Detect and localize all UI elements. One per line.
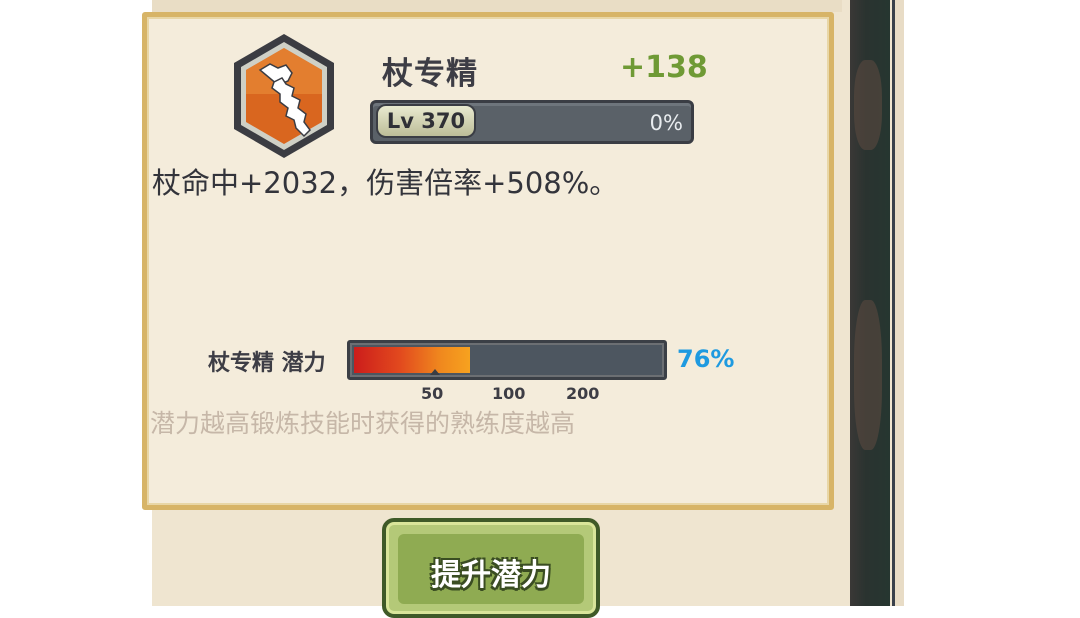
upgrade-potential-label: 提升潜力: [431, 558, 551, 593]
side-scroll-bar: [850, 0, 890, 606]
skill-description: 杖命中+2032，伤害倍率+508%。: [152, 166, 619, 200]
potential-tick-50: 50: [421, 384, 444, 403]
upgrade-potential-button[interactable]: 提升潜力: [382, 518, 600, 618]
frame-right-edge: [892, 0, 904, 606]
potential-hint: 潜力越高锻炼技能时获得的熟练度越高: [150, 409, 576, 438]
level-badge: Lv 370: [376, 104, 476, 138]
skill-bonus-value: +138: [620, 50, 708, 85]
potential-tick-200: 200: [566, 384, 600, 403]
frame-top-edge: [152, 0, 842, 12]
potential-bar-fill: [354, 347, 470, 373]
potential-percent: 76%: [677, 345, 735, 373]
potential-tick-100: 100: [492, 384, 526, 403]
potential-label: 杖专精 潜力: [208, 351, 326, 376]
skill-exp-bar: Lv 370 0%: [370, 100, 694, 144]
potential-bar: [347, 340, 667, 380]
potential-marker-icon: [430, 369, 440, 375]
skill-name: 杖专精: [382, 56, 478, 92]
exp-percent: 0%: [649, 111, 683, 135]
staff-icon: [230, 32, 338, 160]
